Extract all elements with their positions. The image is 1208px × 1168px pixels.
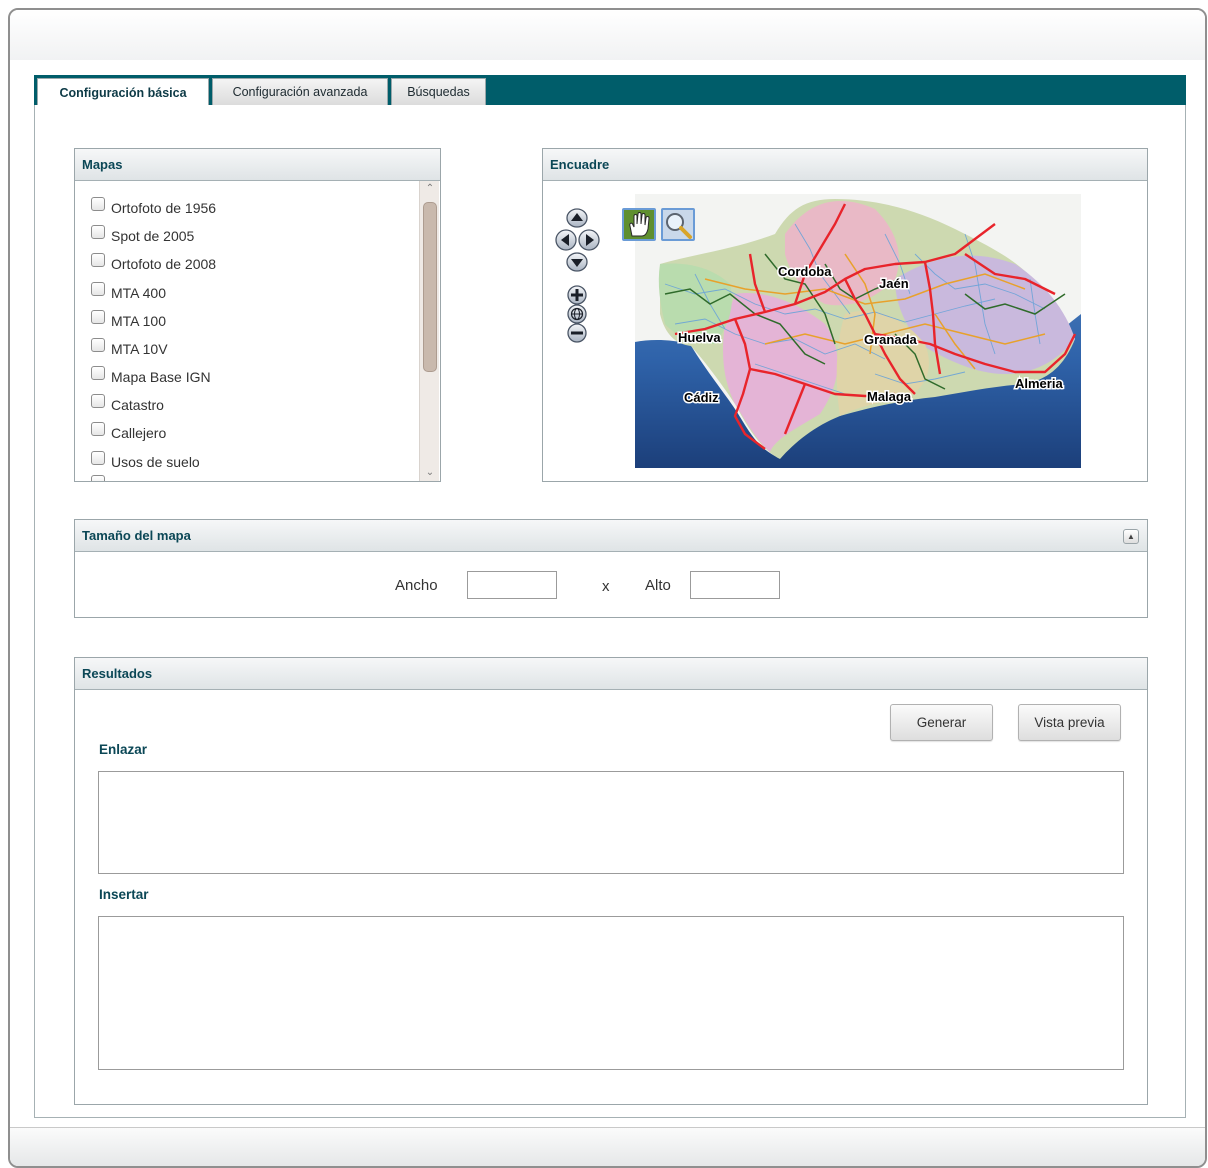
scroll-down-icon[interactable]: ⌄ — [420, 465, 440, 481]
scroll-thumb[interactable] — [423, 202, 437, 372]
mapas-list: Ortofoto de 1956 Spot de 2005 Ortofoto d… — [75, 181, 440, 481]
zoom-out-icon[interactable] — [567, 323, 587, 343]
pan-right-icon[interactable] — [578, 229, 600, 251]
ancho-input[interactable] — [467, 571, 557, 599]
alto-label: Alto — [645, 577, 671, 594]
resultados-panel-title: Resultados — [75, 658, 1147, 690]
top-band — [10, 10, 1205, 60]
city-label: Almeria — [1015, 376, 1063, 391]
size-separator: x — [602, 578, 610, 595]
mapas-panel: Mapas Ortofoto de 1956 Spot de 2005 Orto… — [74, 148, 441, 482]
checkbox[interactable] — [91, 451, 105, 465]
tab-content: Mapas Ortofoto de 1956 Spot de 2005 Orto… — [34, 105, 1186, 1118]
pan-up-icon[interactable] — [566, 208, 588, 228]
tab-configuracion-basica[interactable]: Configuración básica — [37, 78, 209, 106]
city-label: Cádiz — [684, 390, 719, 405]
city-label: Malaga — [867, 389, 912, 404]
map-item[interactable]: Usos de suelo — [91, 451, 200, 473]
map-item[interactable]: Ortofoto de 1956 — [91, 197, 216, 219]
generar-button[interactable]: Generar — [890, 704, 993, 741]
checkbox[interactable] — [91, 422, 105, 436]
city-label: Huelva — [678, 330, 721, 345]
zoom-world-icon[interactable] — [567, 304, 587, 324]
map-item-label: Usos de suelo — [111, 454, 200, 470]
map-item[interactable]: MTA 400 — [91, 282, 166, 304]
map-item[interactable]: MTA 10V — [91, 338, 168, 360]
enlazar-textarea[interactable] — [98, 771, 1124, 874]
map-item-label: Mapa Base IGN — [111, 369, 211, 385]
map-item-label: MTA 400 — [111, 285, 166, 301]
encuadre-panel: Encuadre Cordoba Jaén Huelva Granada Alm… — [542, 148, 1148, 482]
city-label: Granada — [864, 332, 918, 347]
map-item[interactable]: Mapa Base IGN — [91, 366, 211, 388]
map-item[interactable]: Spot de 2005 — [91, 225, 194, 247]
tamano-panel-title: Tamaño del mapa — [75, 520, 1147, 552]
pan-down-icon[interactable] — [566, 252, 588, 272]
map-item-label: MTA 10V — [111, 341, 168, 357]
tab-busquedas[interactable]: Búsquedas — [391, 78, 486, 105]
map-item-label: Spot de 2005 — [111, 228, 195, 244]
checkbox[interactable] — [91, 253, 105, 267]
city-label: Jaén — [879, 276, 909, 291]
bottom-band — [10, 1127, 1205, 1166]
map-view[interactable]: Cordoba Jaén Huelva Granada Almeria Cádi… — [635, 194, 1081, 468]
enlazar-label: Enlazar — [99, 742, 148, 757]
tab-bar: Configuración básica Configuración avanz… — [34, 75, 1186, 106]
map-item-partial[interactable] — [91, 475, 111, 481]
checkbox[interactable] — [91, 366, 105, 380]
map-navigation-control — [555, 206, 603, 351]
resultados-panel: Resultados Generar Vista previa Enlazar … — [74, 657, 1148, 1105]
checkbox[interactable] — [91, 310, 105, 324]
app-window: Configuración básica Configuración avanz… — [8, 8, 1207, 1168]
checkbox[interactable] — [91, 197, 105, 211]
map-item-label: Callejero — [111, 425, 167, 441]
map-item-label: Ortofoto de 2008 — [111, 256, 217, 272]
insertar-textarea[interactable] — [98, 916, 1124, 1070]
map-item-label: Catastro — [111, 397, 164, 413]
mapas-panel-title: Mapas — [75, 149, 440, 181]
zoom-in-icon[interactable] — [567, 285, 587, 305]
checkbox[interactable] — [91, 394, 105, 408]
insertar-label: Insertar — [99, 887, 149, 902]
city-label: Cordoba — [778, 264, 832, 279]
checkbox[interactable] — [91, 282, 105, 296]
ancho-label: Ancho — [395, 577, 438, 594]
checkbox[interactable] — [91, 225, 105, 239]
pan-left-icon[interactable] — [555, 229, 577, 251]
map-item[interactable]: MTA 100 — [91, 310, 166, 332]
map-item[interactable]: Callejero — [91, 422, 166, 444]
collapse-icon[interactable]: ▲ — [1123, 529, 1139, 544]
alto-input[interactable] — [690, 571, 780, 599]
map-item[interactable]: Catastro — [91, 394, 164, 416]
checkbox[interactable] — [91, 475, 105, 481]
map-item-label: Ortofoto de 1956 — [111, 200, 217, 216]
hand-pan-icon[interactable] — [622, 208, 656, 241]
encuadre-panel-title: Encuadre — [543, 149, 1147, 181]
mapas-scrollbar[interactable]: ⌃ ⌄ — [419, 181, 439, 481]
zoom-box-icon[interactable] — [661, 208, 695, 241]
tamano-panel: Tamaño del mapa ▲ Ancho x Alto — [74, 519, 1148, 618]
map-item[interactable]: Ortofoto de 2008 — [91, 253, 216, 275]
scroll-up-icon[interactable]: ⌃ — [420, 181, 440, 197]
vista-previa-button[interactable]: Vista previa — [1018, 704, 1121, 741]
tab-configuracion-avanzada[interactable]: Configuración avanzada — [212, 78, 388, 105]
map-item-label: MTA 100 — [111, 313, 166, 329]
checkbox[interactable] — [91, 338, 105, 352]
